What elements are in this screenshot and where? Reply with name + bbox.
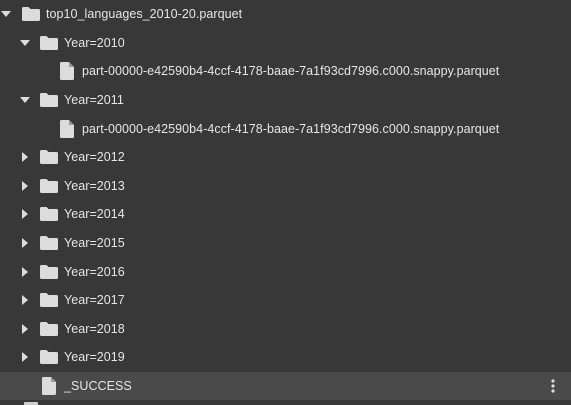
tree-item-root-folder[interactable]: top10_languages_2010-20.parquet [0,0,571,29]
folder-icon [22,6,40,22]
more-vert-icon[interactable] [545,377,561,395]
tree-item-label: Year=2013 [64,178,125,193]
file-icon [40,377,58,396]
tree-item-folder-year-2010[interactable]: Year=2010 [0,29,571,58]
file-icon [58,119,76,138]
caret-right-icon[interactable] [17,235,33,251]
tree-item-file-success[interactable]: _SUCCESS [0,371,571,401]
tree-item-label: part-00000-e42590b4-4ccf-4178-baae-7a1f9… [82,64,500,79]
tree-item-label: Year=2016 [64,264,125,279]
tree-item-folder-year-2012[interactable]: Year=2012 [0,143,571,172]
caret-right-icon[interactable] [17,292,33,308]
next-item-peek [0,398,571,405]
tree-item-label: _SUCCESS [64,379,132,394]
tree-item-folder-year-2018[interactable]: Year=2018 [0,315,571,344]
caret-right-icon[interactable] [17,264,33,280]
tree-item-label: Year=2011 [64,93,124,108]
tree-item-label: Year=2014 [64,207,125,222]
caret-down-icon[interactable] [0,6,14,22]
folder-icon [40,178,58,194]
tree-item-file[interactable]: part-00000-e42590b4-4ccf-4178-baae-7a1f9… [0,57,571,86]
folder-icon [40,264,58,280]
tree-item-file[interactable]: part-00000-e42590b4-4ccf-4178-baae-7a1f9… [0,114,571,143]
tree-item-label: Year=2019 [64,350,125,365]
tree-item-label: Year=2018 [64,321,125,336]
tree-item-folder-year-2017[interactable]: Year=2017 [0,286,571,315]
tree-item-folder-year-2014[interactable]: Year=2014 [0,200,571,229]
folder-icon [40,149,58,165]
caret-right-icon[interactable] [17,178,33,194]
file-tree: top10_languages_2010-20.parquet Year=201… [0,0,571,401]
caret-down-icon[interactable] [17,35,33,51]
folder-icon [40,292,58,308]
tree-item-label: Year=2010 [64,35,125,50]
tree-item-label: Year=2017 [64,293,125,308]
folder-icon [40,349,58,365]
tree-item-folder-year-2019[interactable]: Year=2019 [0,343,571,372]
tree-item-label: top10_languages_2010-20.parquet [46,7,243,22]
caret-down-icon[interactable] [17,92,33,108]
folder-icon [40,206,58,222]
folder-icon [40,235,58,251]
tree-item-folder-year-2011[interactable]: Year=2011 [0,86,571,115]
folder-icon [40,92,58,108]
caret-right-icon[interactable] [17,321,33,337]
folder-icon [40,35,58,51]
tree-item-label: Year=2012 [64,150,125,165]
caret-right-icon[interactable] [17,349,33,365]
tree-item-folder-year-2013[interactable]: Year=2013 [0,172,571,201]
folder-icon [40,321,58,337]
tree-item-label: Year=2015 [64,236,125,251]
tree-item-folder-year-2015[interactable]: Year=2015 [0,229,571,258]
caret-right-icon[interactable] [17,206,33,222]
caret-right-icon[interactable] [17,149,33,165]
file-icon [58,62,76,81]
tree-item-folder-year-2016[interactable]: Year=2016 [0,257,571,286]
tree-item-label: part-00000-e42590b4-4ccf-4178-baae-7a1f9… [82,121,500,136]
